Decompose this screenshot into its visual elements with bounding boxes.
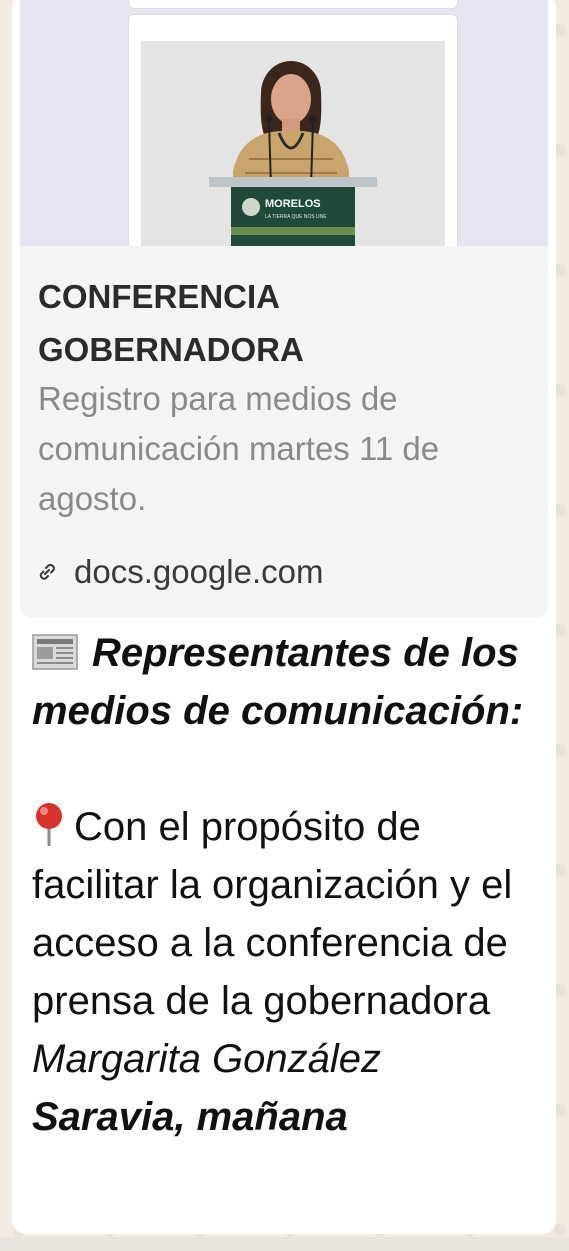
message-body: Con el propósito de facilitar la organiz…	[32, 798, 532, 1146]
link-preview-domain: docs.google.com	[74, 553, 324, 590]
bottom-edge	[0, 1237, 569, 1251]
link-preview-info[interactable]: CONFERENCIA GOBERNADORA Registro para me…	[20, 246, 548, 618]
round-pushpin-icon	[32, 802, 66, 847]
message-bubble[interactable]: MORELOS LA TIERRA QUE NOS UNE CONFERENCI…	[12, 0, 556, 1234]
link-preview-domain-row[interactable]: docs.google.com	[36, 552, 323, 592]
message-body-cut: Saravia, mañana	[32, 1095, 348, 1139]
previous-card-edge	[128, 0, 458, 9]
link-preview-card[interactable]: MORELOS LA TIERRA QUE NOS UNE	[128, 14, 458, 247]
message-body-name: Margarita González	[32, 1037, 382, 1081]
link-preview-description: Registro para medios de comunicación mar…	[38, 380, 440, 517]
podium-logo-text: MORELOS	[265, 198, 321, 210]
link-icon	[36, 561, 58, 583]
message-heading-text: Representantes de los medios de comunica…	[32, 631, 524, 733]
message-text: Representantes de los medios de comunica…	[32, 624, 532, 1146]
link-preview-image-area[interactable]: MORELOS LA TIERRA QUE NOS UNE	[20, 0, 548, 247]
newspaper-icon	[32, 628, 78, 670]
message-body-intro: Con el propósito de facilitar la organiz…	[32, 805, 513, 1023]
governor-photo: MORELOS LA TIERRA QUE NOS UNE	[141, 41, 445, 247]
message-heading: Representantes de los medios de comunica…	[32, 624, 532, 740]
link-preview-title: CONFERENCIA GOBERNADORA	[38, 278, 304, 368]
podium-logo-subtext: LA TIERRA QUE NOS UNE	[265, 214, 327, 220]
